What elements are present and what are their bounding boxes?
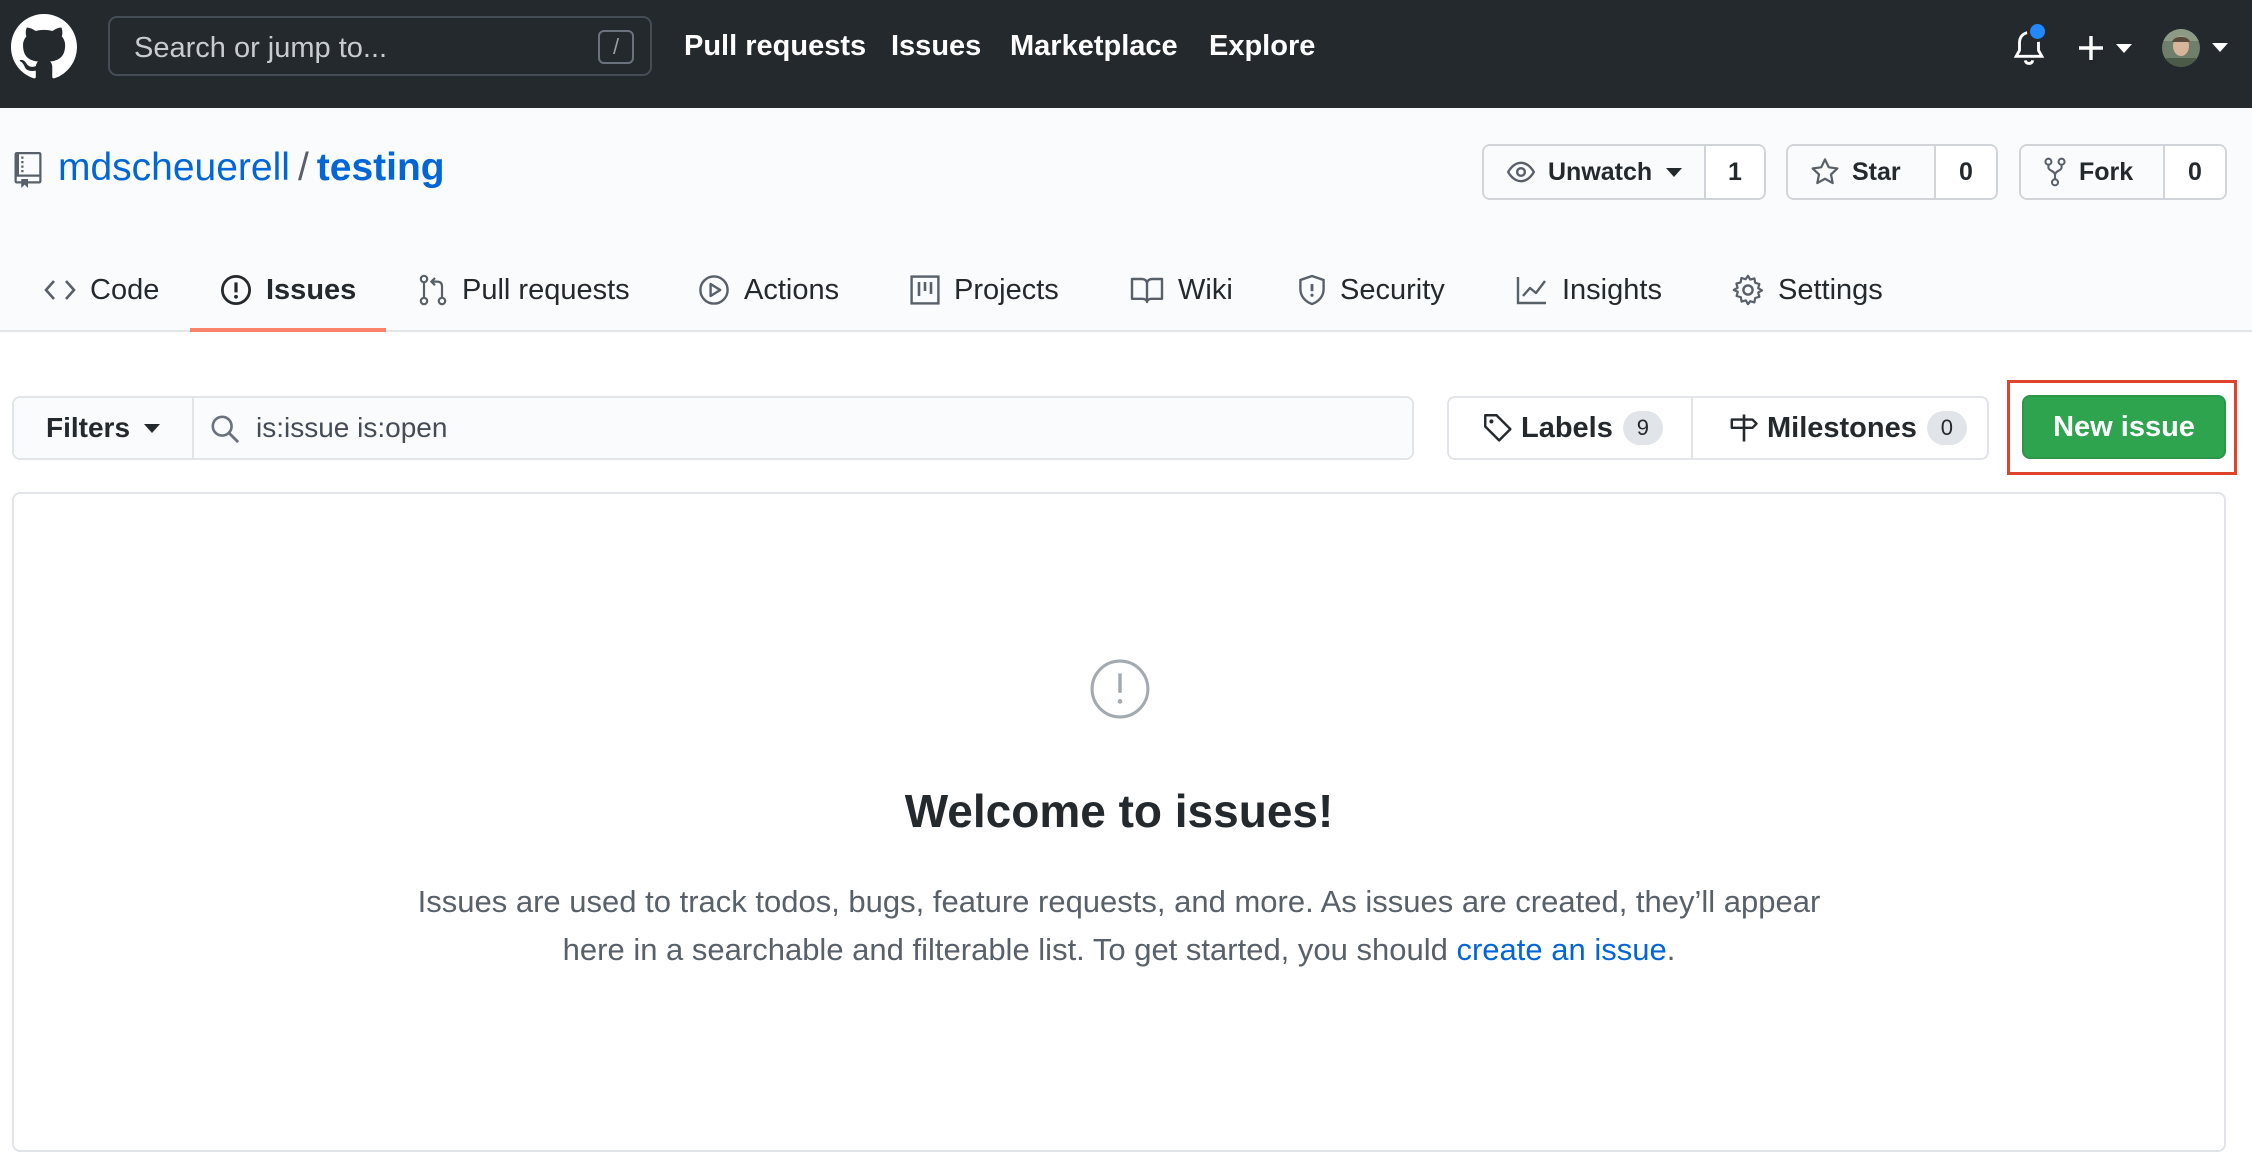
- tab-projects-label: Projects: [954, 273, 1059, 306]
- tab-issues-label: Issues: [266, 273, 357, 306]
- gear-icon: [1732, 274, 1764, 306]
- fork-button[interactable]: Fork: [2021, 146, 2165, 198]
- milestone-icon: [1730, 414, 1758, 442]
- tab-wiki-label: Wiki: [1178, 273, 1233, 306]
- labels-label: Labels: [1521, 411, 1613, 444]
- fork-count[interactable]: 0: [2165, 146, 2225, 198]
- star-icon: [1810, 157, 1840, 187]
- github-logo-icon[interactable]: [11, 14, 77, 80]
- tab-actions[interactable]: Actions: [698, 248, 839, 332]
- issue-opened-icon: [220, 274, 252, 306]
- notification-indicator: [2027, 21, 2048, 42]
- star-count[interactable]: 0: [1936, 146, 1996, 198]
- tab-code[interactable]: Code: [44, 248, 159, 332]
- issues-blankslate: Welcome to issues! Issues are used to tr…: [12, 492, 2226, 1152]
- graph-icon: [1516, 277, 1546, 305]
- nav-issues[interactable]: Issues: [891, 30, 981, 63]
- nav-marketplace[interactable]: Marketplace: [1010, 30, 1178, 63]
- tab-code-label: Code: [90, 273, 160, 306]
- filters-dropdown-button[interactable]: Filters: [14, 398, 194, 458]
- tab-projects[interactable]: Projects: [910, 248, 1059, 332]
- unwatch-button[interactable]: Unwatch: [1484, 146, 1706, 198]
- search-shortcut-key: /: [598, 30, 634, 64]
- star-button-group: Star 0: [1786, 144, 1998, 200]
- global-header: Search or jump to... / Pull requests Iss…: [0, 0, 2252, 108]
- search-icon: [211, 415, 240, 444]
- play-icon: [699, 275, 729, 305]
- chevron-down-icon: [144, 423, 161, 433]
- tab-actions-label: Actions: [744, 273, 840, 306]
- milestones-button[interactable]: Milestones 0: [1693, 398, 1987, 458]
- tab-security[interactable]: Security: [1298, 248, 1445, 332]
- repo-header: mdscheuerell / testing Unwatch 1 Star 0 Fo…: [0, 108, 2252, 332]
- filters-label: Filters: [45, 412, 131, 443]
- tab-pull-requests[interactable]: Pull requests: [418, 248, 630, 332]
- tab-settings-label: Settings: [1778, 273, 1883, 306]
- issue-opened-icon: [1090, 659, 1150, 719]
- tab-pull-requests-label: Pull requests: [462, 273, 630, 306]
- repo-forked-icon: [2043, 157, 2067, 187]
- labels-milestones-group: Labels 9 Milestones 0: [1447, 396, 1989, 460]
- project-icon: [910, 275, 940, 305]
- global-search-input[interactable]: Search or jump to... /: [108, 16, 652, 76]
- watch-button-group: Unwatch 1: [1482, 144, 1766, 200]
- eye-icon: [1506, 161, 1536, 183]
- git-pull-request-icon: [419, 274, 447, 306]
- issues-search: [194, 398, 1412, 458]
- repo-title-separator: /: [297, 146, 309, 189]
- milestones-count: 0: [1926, 411, 1967, 445]
- watch-count[interactable]: 1: [1706, 146, 1764, 198]
- shield-icon: [1299, 274, 1325, 306]
- nav-explore[interactable]: Explore: [1209, 30, 1315, 63]
- book-icon: [1130, 277, 1164, 304]
- fork-button-group: Fork 0: [2019, 144, 2227, 200]
- tag-icon: [1484, 414, 1512, 442]
- repo-title: mdscheuerell / testing: [58, 146, 445, 190]
- create-new-plus-icon[interactable]: [2078, 30, 2138, 66]
- blankslate-title: Welcome to issues!: [904, 785, 1334, 837]
- repo-icon: [14, 152, 42, 188]
- create-issue-link[interactable]: create an issue: [1456, 932, 1666, 967]
- star-label: Star: [1852, 157, 1901, 186]
- unwatch-label: Unwatch: [1548, 157, 1653, 186]
- tab-insights-label: Insights: [1562, 273, 1662, 306]
- blankslate-description: Issues are used to track todos, bugs, fe…: [394, 878, 1844, 974]
- new-issue-button[interactable]: New issue: [2022, 395, 2226, 459]
- tab-security-label: Security: [1340, 273, 1445, 306]
- nav-pull-requests[interactable]: Pull requests: [684, 30, 866, 63]
- selected-tab-underline: [190, 328, 386, 332]
- tab-issues[interactable]: Issues: [220, 248, 356, 332]
- search-placeholder: Search or jump to...: [134, 32, 388, 64]
- blankslate-text-end: .: [1666, 932, 1676, 967]
- chevron-down-icon: [1666, 167, 1683, 177]
- user-avatar[interactable]: [2160, 27, 2232, 69]
- issues-search-input[interactable]: [256, 406, 1356, 450]
- fork-label: Fork: [2079, 157, 2134, 186]
- milestones-label: Milestones: [1767, 411, 1917, 444]
- labels-button[interactable]: Labels 9: [1449, 398, 1693, 458]
- tab-settings[interactable]: Settings: [1732, 248, 1883, 332]
- repo-name-link[interactable]: testing: [317, 146, 445, 189]
- code-icon: [44, 280, 76, 300]
- tab-insights[interactable]: Insights: [1516, 248, 1662, 332]
- labels-count: 9: [1622, 411, 1663, 445]
- star-button[interactable]: Star: [1788, 146, 1936, 198]
- tab-wiki[interactable]: Wiki: [1130, 248, 1233, 332]
- repo-owner-link[interactable]: mdscheuerell: [58, 146, 290, 189]
- issues-filter-bar: Filters: [12, 396, 1414, 460]
